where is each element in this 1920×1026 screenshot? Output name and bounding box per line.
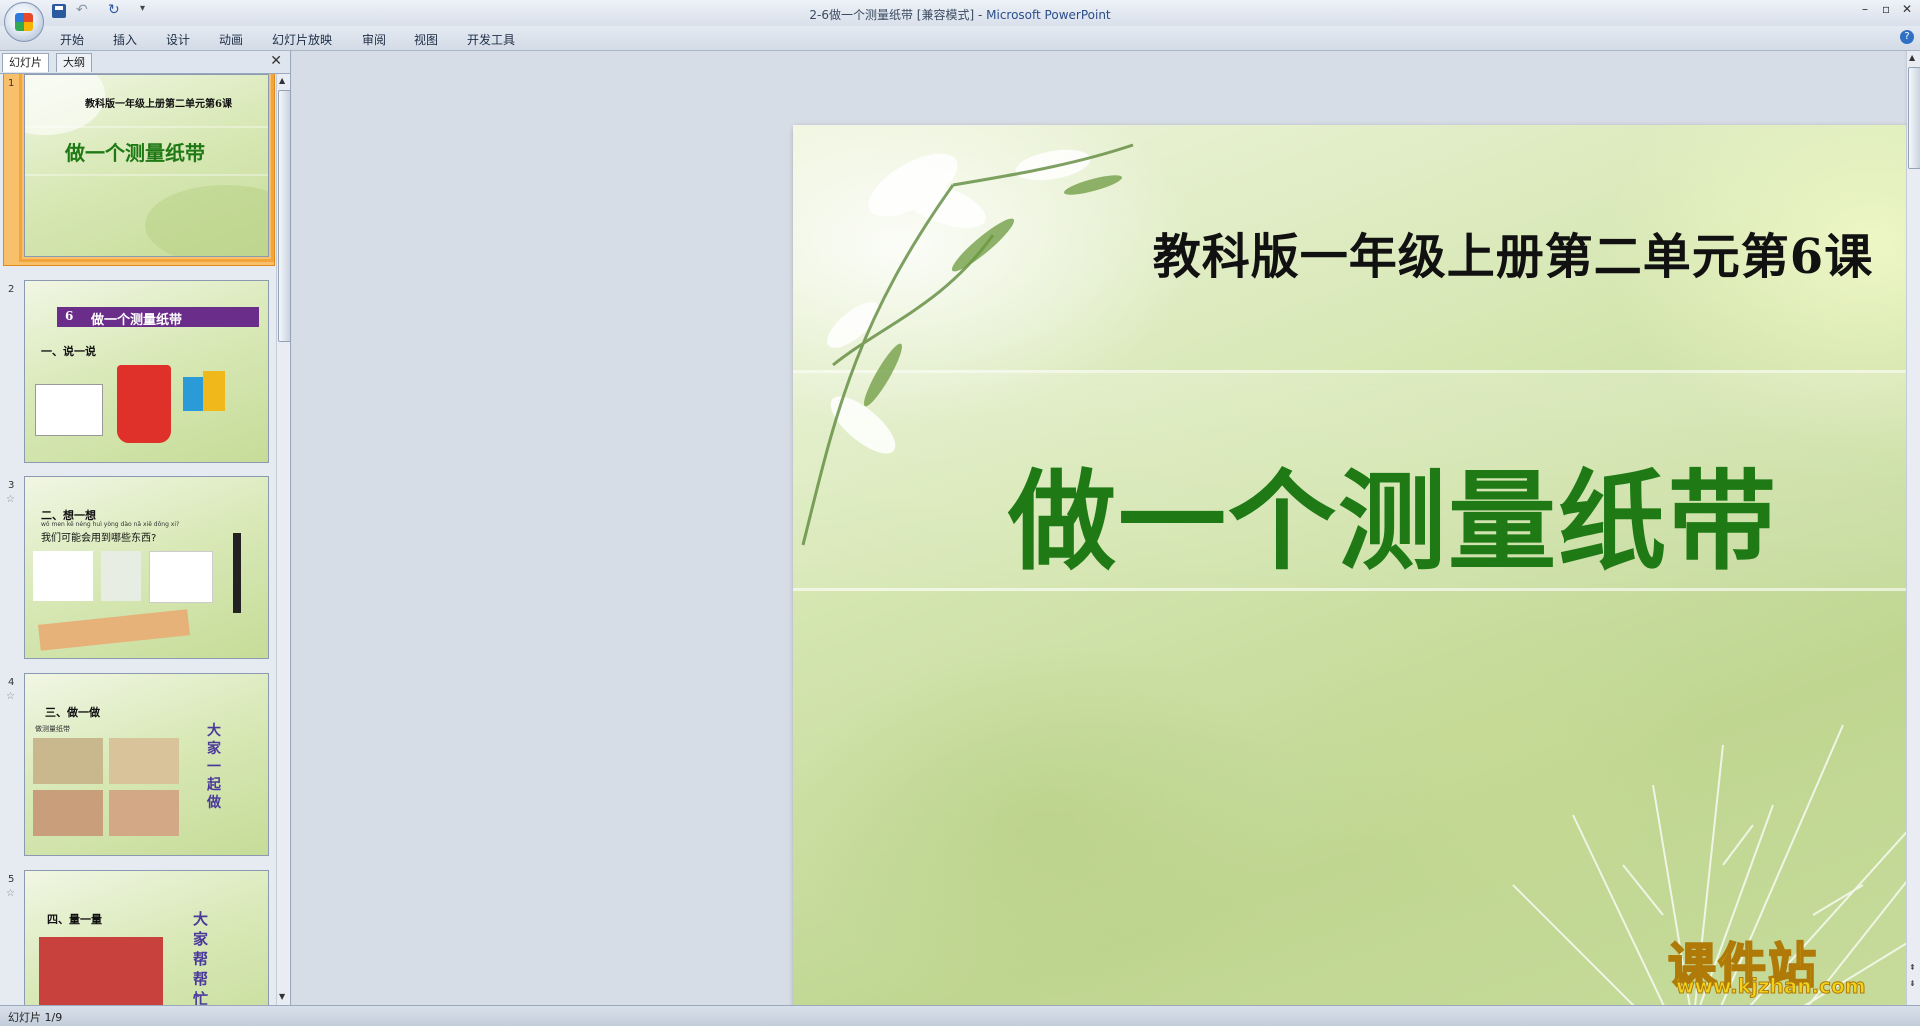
window-title: 2-6做一个测量纸带 [兼容模式] - Microsoft PowerPoint xyxy=(0,6,1920,23)
office-logo-icon xyxy=(15,13,33,31)
tab-developer[interactable]: 开发工具 xyxy=(467,31,515,48)
thumbnail-section: 四、量一量 xyxy=(47,913,102,926)
thumbnail-slide-3[interactable]: 二、想一想 wǒ men kě néng huì yòng dào nǎ xiē… xyxy=(24,476,269,659)
thumbnail-slide-4[interactable]: 三、做一做 做测量纸带 大家一起做 xyxy=(24,673,269,856)
scissors-image xyxy=(33,551,93,601)
paper-image xyxy=(149,551,213,603)
thumbnail-section: 三、做一做 xyxy=(45,706,100,719)
thumbnail-side-text: 大家帮帮忙 xyxy=(193,910,209,1005)
scroll-up-icon[interactable]: ▲ xyxy=(1909,53,1915,62)
status-bar: 幻灯片 1/9 xyxy=(0,1005,1920,1026)
thumbnail-question: 我们可能会用到哪些东西? xyxy=(41,533,157,544)
photo-image xyxy=(33,790,103,836)
slide-subtitle[interactable]: 教科版一年级上册第二单元第6课 xyxy=(1103,217,1920,287)
slide-counter: 幻灯片 1/9 xyxy=(8,1011,63,1024)
title-bar: ↶ ↻ ▾ 2-6做一个测量纸带 [兼容模式] - Microsoft Powe… xyxy=(0,0,1920,42)
help-icon[interactable]: ? xyxy=(1900,30,1914,44)
next-slide-icon[interactable]: ⇟ xyxy=(1909,979,1916,988)
thumbnail-slide-5[interactable]: 四、量一量 大家帮帮忙 xyxy=(24,870,269,1005)
scrollbar-thumb[interactable] xyxy=(1908,67,1920,169)
document-title: 2-6做一个测量纸带 [兼容模式] - xyxy=(809,8,987,22)
maximize-button[interactable]: ▫ xyxy=(1882,2,1890,16)
thumbnail-number: 5 xyxy=(8,874,15,885)
tab-view[interactable]: 视图 xyxy=(414,31,438,48)
minimize-button[interactable]: – xyxy=(1862,2,1868,16)
tab-animation[interactable]: 动画 xyxy=(219,31,243,48)
tab-review[interactable]: 审阅 xyxy=(362,31,386,48)
tab-insert[interactable]: 插入 xyxy=(113,31,137,48)
tab-design[interactable]: 设计 xyxy=(166,31,190,48)
thumbnail-subtitle: 教科版一年级上册第二单元第6课 xyxy=(85,99,232,110)
tab-home[interactable]: 开始 xyxy=(60,31,84,48)
ribbon-tab-bar: 开始 插入 设计 动画 幻灯片放映 审阅 视图 开发工具 ? xyxy=(0,26,1920,51)
thumbnail-number: 4 xyxy=(8,677,15,688)
site-watermark: 课件站 www.kjzhan.com xyxy=(1667,926,1908,999)
animation-star-icon: ☆ xyxy=(6,494,15,505)
photo-image xyxy=(33,738,103,784)
thumbnail-caption: 做测量纸带 xyxy=(35,725,70,733)
pane-tabs: 幻灯片 大纲 ✕ xyxy=(0,51,290,74)
thumbnail-section: 一、说一说 xyxy=(41,345,96,358)
app-name: Microsoft PowerPoint xyxy=(986,8,1111,22)
thumbnail-list: 1 教科版一年级上册第二单元第6课 做一个测量纸带 2 6 做一个测量纸带 一、… xyxy=(0,74,276,1005)
tab-outline[interactable]: 大纲 xyxy=(56,53,92,72)
slide-title[interactable]: 做一个测量纸带 xyxy=(943,435,1843,591)
slide-canvas[interactable]: 教科版一年级上册第二单元第6课 做一个测量纸带 xyxy=(793,125,1920,1025)
thumbnail-slide-2[interactable]: 6 做一个测量纸带 一、说一说 xyxy=(24,280,269,463)
thumbnail-card-image xyxy=(35,384,103,436)
close-button[interactable]: ✕ xyxy=(1902,2,1912,16)
marker-image xyxy=(233,533,241,613)
animation-star-icon: ☆ xyxy=(6,691,15,702)
bucket-image xyxy=(117,365,171,443)
slide-workspace: 教科版一年级上册第二单元第6课 做一个测量纸带 xyxy=(292,51,1920,1025)
thumbnail-pinyin: wǒ men kě néng huì yòng dào nǎ xiē dōng … xyxy=(41,521,180,528)
thumbnail-slide-1[interactable]: 教科版一年级上册第二单元第6课 做一个测量纸带 xyxy=(19,74,274,262)
block-image xyxy=(183,377,205,411)
thumbnail-side-text: 大家一起做 xyxy=(207,723,221,811)
animation-star-icon: ☆ xyxy=(6,888,15,899)
photo-image xyxy=(109,738,179,784)
scroll-up-icon[interactable]: ▲ xyxy=(279,76,285,85)
tab-slides[interactable]: 幻灯片 xyxy=(2,53,49,72)
thumbnail-header: 做一个测量纸带 xyxy=(91,313,183,328)
office-button[interactable] xyxy=(4,2,44,42)
thumbnail-number: 3 xyxy=(8,480,15,491)
thumbnail-badge: 6 xyxy=(65,309,74,323)
scrollbar-thumb[interactable] xyxy=(278,90,291,342)
thumbnail-title: 做一个测量纸带 xyxy=(65,141,205,165)
slide-scrollbar[interactable]: ▲ ⇞ ⇟ xyxy=(1906,51,1920,1005)
thumbnail-scrollbar[interactable]: ▲ ▼ xyxy=(276,74,291,1005)
watermark-url: www.kjzhan.com xyxy=(1676,974,1867,999)
ruler-image xyxy=(38,609,190,651)
pane-close-icon[interactable]: ✕ xyxy=(270,53,282,69)
tab-slideshow[interactable]: 幻灯片放映 xyxy=(272,31,332,48)
slides-pane: 幻灯片 大纲 ✕ 1 教科版一年级上册第二单元第6课 做一个测量纸带 2 6 做… xyxy=(0,51,291,1005)
block-image xyxy=(203,371,225,411)
thumbnail-number: 1 xyxy=(8,78,15,89)
photo-image xyxy=(39,937,163,1005)
scroll-down-icon[interactable]: ▼ xyxy=(279,992,285,1001)
thumbnail-number: 2 xyxy=(8,284,15,295)
photo-image xyxy=(109,790,179,836)
previous-slide-icon[interactable]: ⇞ xyxy=(1909,963,1916,972)
glue-image xyxy=(101,551,141,601)
